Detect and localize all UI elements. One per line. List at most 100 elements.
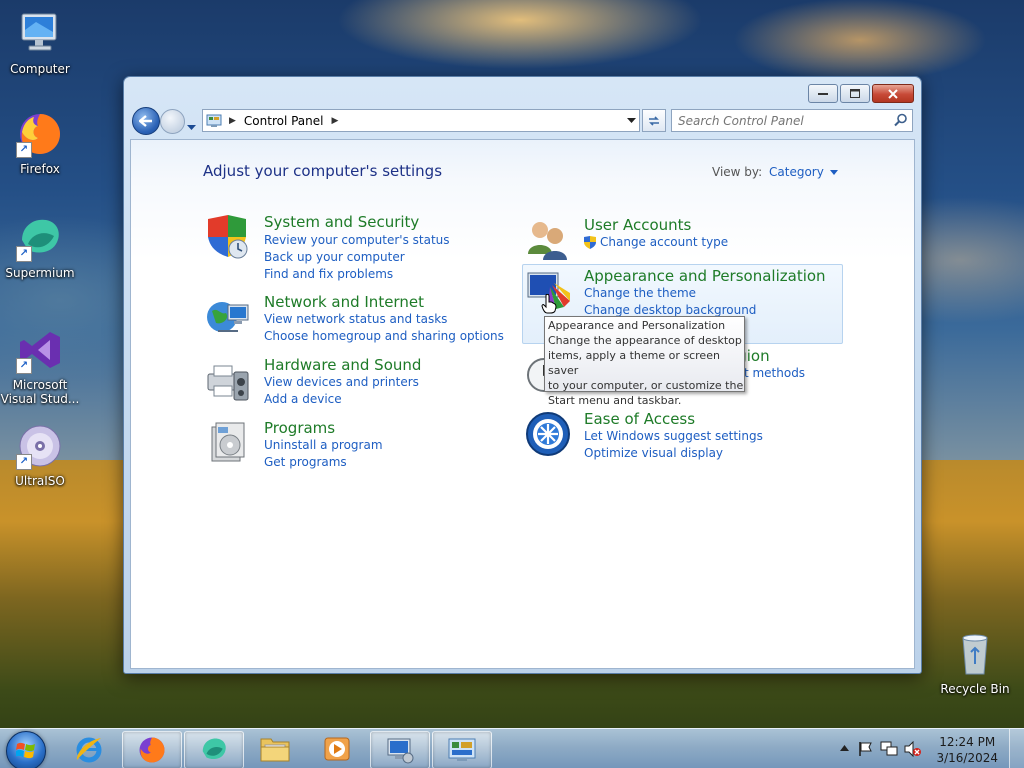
close-button[interactable] (872, 84, 914, 103)
category-title[interactable]: User Accounts (584, 216, 691, 234)
category-link[interactable]: Review your computer's status (264, 233, 450, 247)
taskbar-remote-desktop[interactable] (370, 731, 430, 768)
close-icon (888, 88, 898, 99)
desktop-icon-label: Firefox (20, 162, 60, 176)
category-link[interactable]: Change account type (584, 235, 728, 249)
chevron-down-icon (187, 125, 196, 130)
category-title[interactable]: Network and Internet (264, 293, 424, 311)
shortcut-arrow-icon: ↗ (16, 358, 32, 374)
category-title[interactable]: Hardware and Sound (264, 356, 421, 374)
search-input[interactable] (672, 111, 888, 131)
desktop-icon-label: Computer (10, 62, 70, 76)
category-link[interactable]: Change desktop background (584, 303, 756, 317)
search-icon[interactable] (894, 113, 908, 127)
desktop-icon-label: UltraISO (15, 474, 65, 488)
refresh-icon (649, 115, 659, 126)
system-tray: 12:24 PM 3/16/2024 (834, 729, 1024, 768)
category-title[interactable]: System and Security (264, 213, 419, 231)
show-desktop-button[interactable] (1009, 729, 1024, 768)
category-link[interactable]: Optimize visual display (584, 446, 723, 460)
users-icon[interactable] (524, 216, 572, 264)
recycle-bin-icon (951, 630, 999, 678)
desktop-icon-label: Recycle Bin (940, 682, 1010, 696)
internet-explorer-icon (76, 737, 102, 763)
taskbar-control-panel[interactable] (432, 731, 492, 768)
forward-button[interactable] (160, 109, 185, 134)
taskbar: 12:24 PM 3/16/2024 (0, 728, 1024, 768)
chevron-down-icon (829, 169, 838, 175)
page-title: Adjust your computer's settings (203, 162, 443, 180)
view-by-label: View by: (712, 165, 763, 179)
taskbar-supermium[interactable] (184, 731, 244, 768)
taskbar-windows-explorer[interactable] (246, 731, 304, 767)
shield-icon[interactable] (204, 213, 252, 261)
desktop-icon-firefox[interactable]: ↗ Firefox (0, 110, 80, 176)
navigation-bar: ▶ Control Panel ▶ (132, 107, 913, 135)
breadcrumb-control-panel[interactable]: Control Panel (244, 114, 324, 128)
network-icon[interactable] (880, 741, 898, 757)
show-hidden-icons-icon[interactable] (840, 745, 849, 751)
desktop-icon-supermium[interactable]: ↗ Supermium (0, 214, 80, 280)
category-link[interactable]: Find and fix problems (264, 267, 393, 281)
category-title[interactable]: Programs (264, 419, 335, 437)
explorer-folder-icon (260, 738, 290, 762)
category-link[interactable]: Add a device (264, 392, 342, 406)
control-panel-icon (448, 738, 476, 761)
start-button[interactable] (6, 731, 46, 768)
tooltip-line: to your computer, or customize the (548, 379, 744, 392)
action-center-flag-icon[interactable] (858, 741, 874, 757)
minimize-button[interactable] (808, 84, 838, 103)
view-by-value: Category (769, 165, 824, 179)
desktop-icon-computer[interactable]: Computer (0, 10, 80, 76)
shortcut-arrow-icon: ↗ (16, 246, 32, 262)
address-dropdown[interactable] (622, 110, 639, 131)
taskbar-internet-explorer[interactable] (60, 731, 118, 767)
category-link[interactable]: Choose homegroup and sharing options (264, 329, 504, 343)
maximize-button[interactable] (840, 84, 870, 103)
clock-time: 12:24 PM (939, 735, 996, 749)
clock[interactable]: 12:24 PM 3/16/2024 (936, 734, 998, 766)
desktop-icon-visual-studio[interactable]: ↗ Microsoft Visual Stud... (0, 326, 80, 406)
minimize-icon (818, 92, 828, 95)
clock-date: 3/16/2024 (936, 751, 998, 765)
taskbar-firefox[interactable] (122, 731, 182, 768)
remote-desktop-icon (387, 738, 414, 764)
search-box[interactable] (671, 109, 913, 132)
category-link[interactable]: View devices and printers (264, 375, 419, 389)
shortcut-arrow-icon: ↗ (16, 454, 32, 470)
category-link-text: Change account type (600, 235, 729, 249)
category-link[interactable]: Get programs (264, 455, 347, 469)
category-link[interactable]: Uninstall a program (264, 438, 383, 452)
hand-cursor-icon (541, 294, 557, 314)
breadcrumb-arrow-icon[interactable]: ▶ (229, 116, 236, 126)
desktop-icon-recycle-bin[interactable]: Recycle Bin (935, 630, 1015, 696)
desktop-icon-label: Microsoft Visual Stud... (0, 378, 80, 406)
maximize-icon (850, 89, 860, 98)
supermium-icon (202, 738, 226, 760)
category-link[interactable]: Let Windows suggest settings (584, 429, 763, 443)
refresh-button[interactable] (642, 109, 666, 132)
printer-icon[interactable] (204, 356, 252, 404)
back-button[interactable] (132, 107, 160, 135)
category-title[interactable]: Ease of Access (584, 410, 695, 428)
breadcrumb-arrow-icon[interactable]: ▶ (332, 116, 339, 126)
network-globe-icon[interactable] (204, 293, 252, 341)
category-title[interactable]: Appearance and Personalization (584, 267, 826, 285)
desktop-icon-ultraiso[interactable]: ↗ UltraISO (0, 422, 80, 488)
control-panel-window: ▶ Control Panel ▶ Adjust your computer's… (123, 76, 922, 674)
category-link[interactable]: View network status and tasks (264, 312, 447, 326)
ease-of-access-icon[interactable] (524, 410, 572, 458)
view-by-dropdown[interactable]: Category (769, 165, 838, 179)
address-bar[interactable]: ▶ Control Panel ▶ (202, 109, 640, 132)
volume-muted-icon[interactable] (904, 741, 922, 757)
category-link[interactable]: Change the theme (584, 286, 696, 300)
tooltip-line: items, apply a theme or screen saver (548, 349, 720, 377)
programs-icon[interactable] (204, 419, 252, 467)
supermium-icon: ↗ (16, 214, 64, 262)
category-link[interactable]: Back up your computer (264, 250, 405, 264)
control-panel-icon (206, 114, 222, 127)
recent-pages-dropdown[interactable] (187, 116, 196, 135)
window-controls (808, 84, 914, 103)
taskbar-media-player[interactable] (308, 731, 366, 767)
chevron-down-icon (626, 117, 636, 123)
